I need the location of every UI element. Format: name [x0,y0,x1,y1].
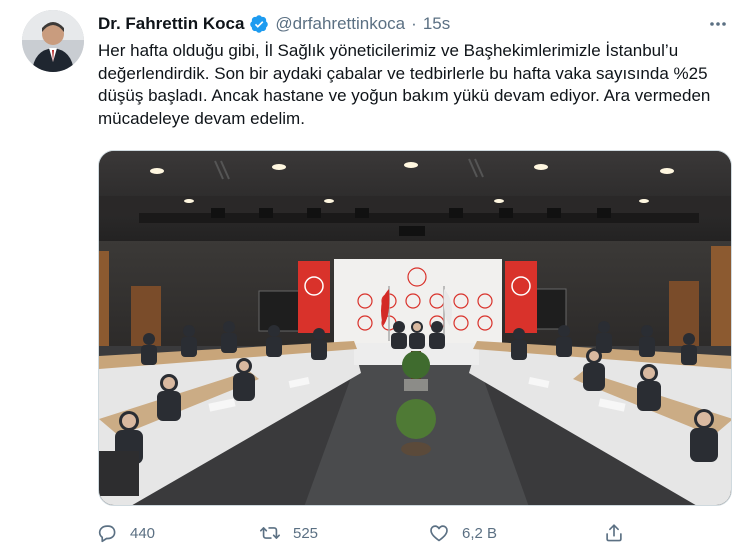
retweet-button[interactable]: 525 [259,518,318,548]
tweet-text: Her hafta olduğu gibi, İl Sağlık yönetic… [98,41,711,128]
author-handle[interactable]: @drfahrettinkoca [275,14,405,34]
verified-badge-icon [249,14,269,34]
share-button[interactable] [603,518,625,548]
heart-icon [430,525,448,542]
reply-button[interactable]: 440 [96,518,155,548]
tweet[interactable]: Dr. Fahrettin Koca @drfahrettinkoca · 15… [0,0,754,554]
author-avatar[interactable] [22,10,84,72]
tweet-actions: 440 525 6,2 B [96,518,636,548]
separator-dot: · [411,14,417,33]
more-icon[interactable] [706,12,730,36]
tweet-header: Dr. Fahrettin Koca @drfahrettinkoca · 15… [98,12,734,36]
share-icon [606,524,622,542]
avatar-image [22,10,84,72]
like-count: 6,2 B [462,524,498,542]
retweet-icon [260,527,280,539]
tweet-photo[interactable] [98,150,732,506]
like-button[interactable]: 6,2 B [428,518,497,548]
author-name[interactable]: Dr. Fahrettin Koca [98,14,244,34]
tweet-timestamp[interactable]: 15s [423,14,450,34]
reply-count: 440 [130,524,156,542]
meeting-room-photo [99,151,731,505]
reply-icon [98,525,116,543]
retweet-count: 525 [293,524,319,542]
